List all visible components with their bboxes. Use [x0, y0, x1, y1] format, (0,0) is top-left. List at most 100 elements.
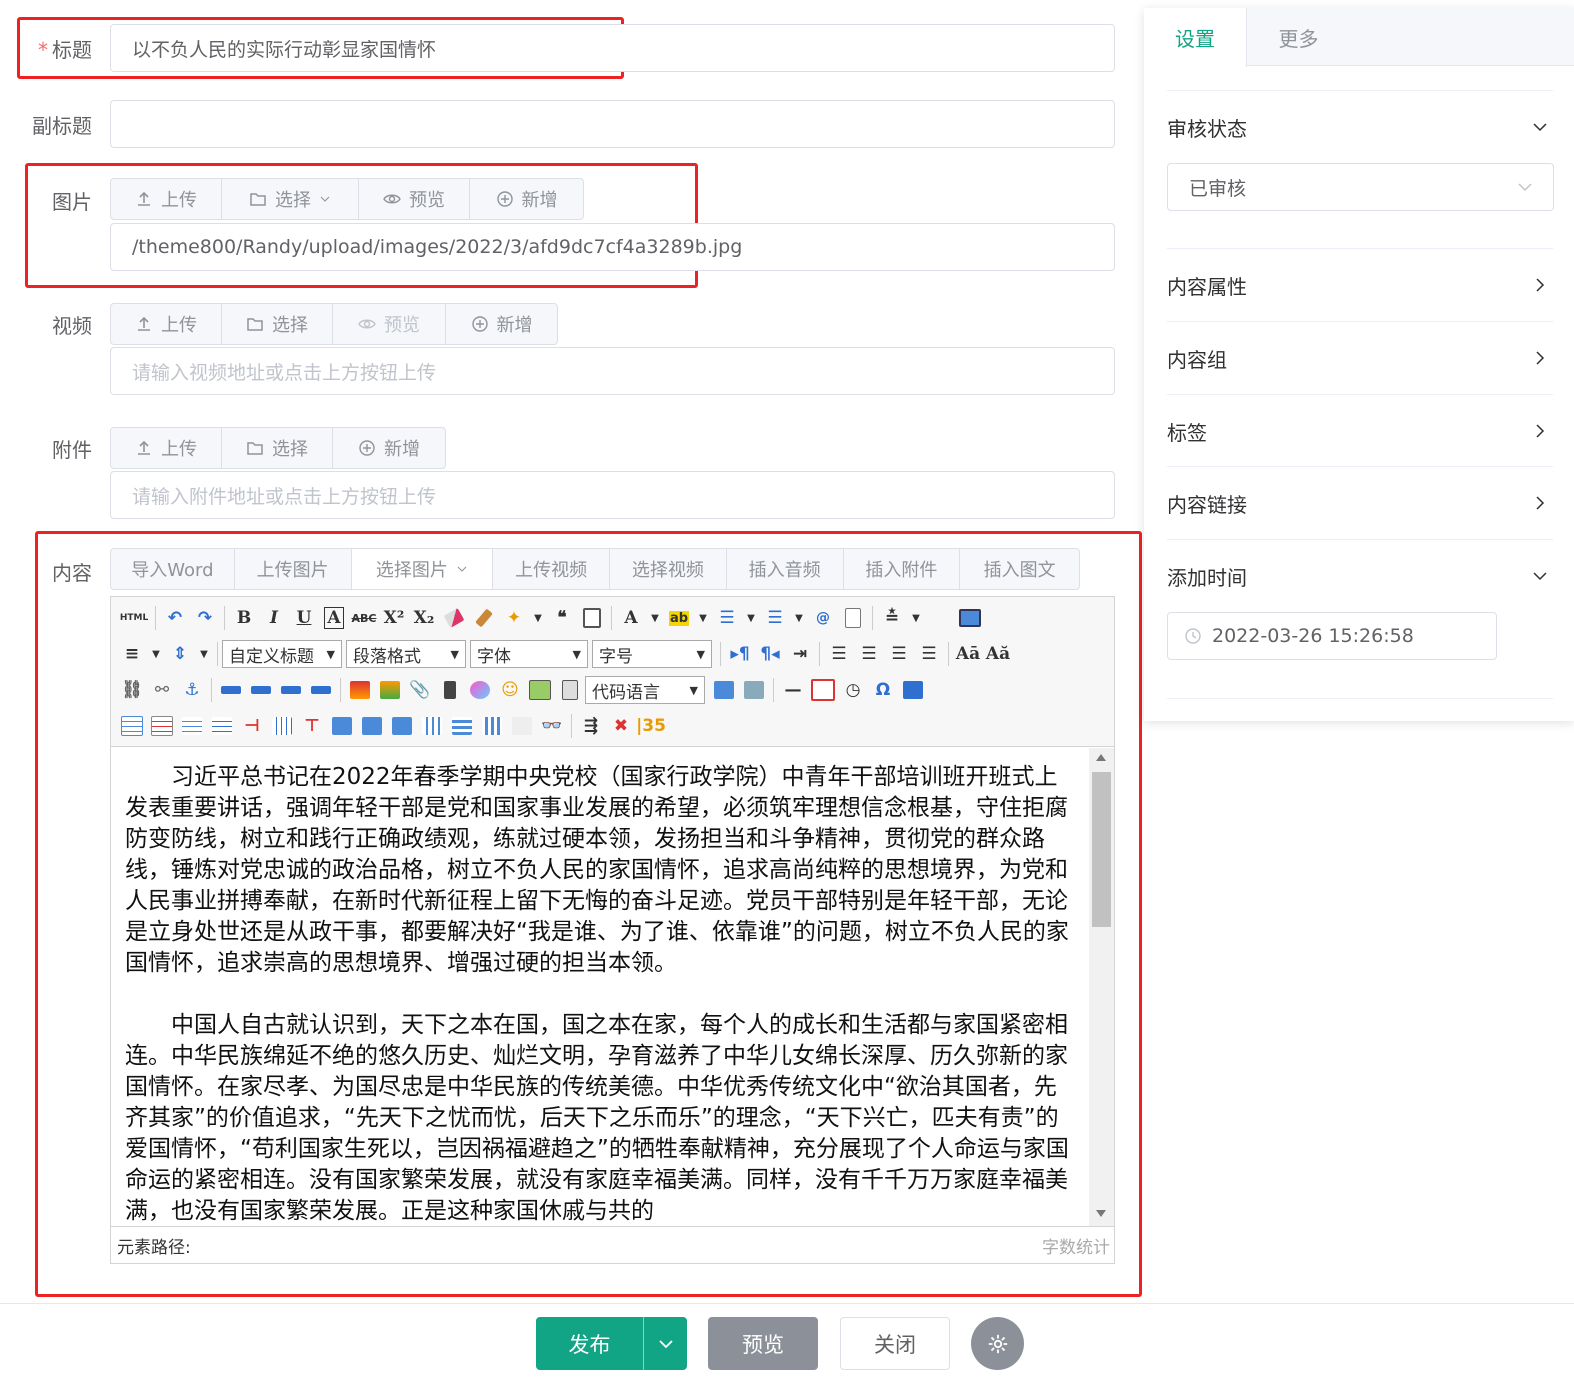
image-center-icon[interactable] — [306, 675, 336, 705]
add-time-header[interactable]: 添加时间 — [1167, 557, 1547, 595]
background-color-icon[interactable]: ab — [664, 603, 694, 633]
image-left-icon[interactable] — [246, 675, 276, 705]
eraser-icon[interactable] — [439, 603, 469, 633]
font-size-select[interactable]: 字号 ▼ — [592, 640, 712, 668]
underline-icon[interactable]: U — [289, 603, 319, 633]
word-image-icon[interactable] — [898, 675, 928, 705]
scrawl-icon[interactable] — [465, 675, 495, 705]
chevron-down-icon[interactable]: ▼ — [694, 603, 712, 633]
delete-table-icon[interactable] — [147, 711, 177, 741]
tab-more[interactable]: 更多 — [1247, 8, 1350, 66]
image-none-icon[interactable] — [216, 675, 246, 705]
split-cells-icon[interactable] — [417, 711, 447, 741]
lowercase-icon[interactable]: Aă — [983, 639, 1013, 669]
code-language-select[interactable]: 代码语言 ▼ — [585, 676, 705, 704]
scroll-down-arrow[interactable] — [1096, 1210, 1106, 1217]
align-center-icon[interactable]: ☰ — [854, 639, 884, 669]
magic-wand-icon[interactable]: ✦ — [499, 603, 529, 633]
content-link-item[interactable]: 内容链接 — [1167, 484, 1547, 522]
add-time-picker[interactable]: 2022-03-26 15:26:58 — [1167, 612, 1497, 660]
superscript-icon[interactable]: X² — [379, 603, 409, 633]
paragraph-format-select[interactable]: 段落格式 ▼ — [346, 640, 466, 668]
subtitle-input[interactable] — [110, 100, 1115, 148]
subscript-icon[interactable]: X₂ — [409, 603, 439, 633]
html-source-icon[interactable]: HTML — [117, 603, 151, 633]
unordered-list-icon[interactable]: ☰ — [760, 603, 790, 633]
strikethrough-icon[interactable]: ABC — [349, 603, 379, 633]
chevron-down-icon[interactable]: ▼ — [742, 603, 760, 633]
uppercase-icon[interactable]: Aā — [953, 639, 983, 669]
select-all-icon[interactable]: @ — [808, 603, 838, 633]
upload-image-button[interactable]: 上传图片 — [235, 549, 352, 589]
time-icon[interactable]: ◷ — [838, 675, 868, 705]
chevron-down-icon[interactable]: ▼ — [790, 603, 808, 633]
print-icon[interactable] — [507, 711, 537, 741]
attachment-upload-button[interactable]: 上传 — [111, 428, 222, 468]
format-brush-icon[interactable] — [469, 603, 499, 633]
delete-col-icon[interactable]: ⊤ — [297, 711, 327, 741]
font-border-icon[interactable]: A — [319, 603, 349, 633]
merge-cells-icon[interactable] — [327, 711, 357, 741]
video-url-input[interactable]: 请输入视频地址或点击上方按钮上传 — [110, 347, 1115, 395]
insert-attachment-button[interactable]: 插入附件 — [844, 549, 961, 589]
video-preview-button[interactable]: 预览 — [333, 304, 446, 344]
image-right-icon[interactable] — [276, 675, 306, 705]
editor-body[interactable]: 习近平总书记在2022年春季学期中央党校（国家行政学院）中青年干部培训班开班式上… — [111, 748, 1089, 1226]
italic-icon[interactable]: I — [259, 603, 289, 633]
attachment-add-button[interactable]: 新增 — [333, 428, 445, 468]
video-upload-button[interactable]: 上传 — [111, 304, 222, 344]
tags-item[interactable]: 标签 — [1167, 412, 1547, 450]
insert-video-icon[interactable] — [435, 675, 465, 705]
link-icon[interactable]: ⛓ — [117, 675, 147, 705]
chevron-down-icon[interactable]: ▼ — [195, 639, 213, 669]
merge-right-icon[interactable] — [357, 711, 387, 741]
insert-image-text-button[interactable]: 插入图文 — [960, 549, 1079, 589]
fullscreen-icon[interactable] — [955, 603, 985, 633]
align-justify-icon[interactable]: ☰ — [914, 639, 944, 669]
page-break-icon[interactable] — [709, 675, 739, 705]
review-status-select[interactable]: 已审核 — [1167, 163, 1554, 211]
chevron-down-icon[interactable]: ▼ — [529, 603, 547, 633]
title-input[interactable]: 以不负人民的实际行动彰显家国情怀 — [110, 24, 1115, 72]
drafts-icon[interactable]: ✖ — [606, 711, 636, 741]
content-attributes-item[interactable]: 内容属性 — [1167, 266, 1547, 304]
scrollbar-thumb[interactable] — [1092, 772, 1111, 927]
insert-frame-icon[interactable] — [525, 675, 555, 705]
indent-icon[interactable]: ⇥ — [785, 639, 815, 669]
blockquote-icon[interactable]: ❝ — [547, 603, 577, 633]
delete-row-icon[interactable]: ⊣ — [237, 711, 267, 741]
split-rows-icon[interactable] — [447, 711, 477, 741]
row-spacing-bottom-icon[interactable]: ⇕ — [165, 639, 195, 669]
date-icon[interactable] — [808, 675, 838, 705]
settings-gear-button[interactable] — [971, 1317, 1024, 1370]
paste-text-icon[interactable] — [577, 603, 607, 633]
split-cols-icon[interactable] — [477, 711, 507, 741]
attachment-icon[interactable]: 📎 — [405, 675, 435, 705]
video-select-button[interactable]: 选择 — [222, 304, 333, 344]
image-add-button[interactable]: 新增 — [470, 179, 583, 219]
template-icon[interactable] — [739, 675, 769, 705]
bold-icon[interactable]: B — [229, 603, 259, 633]
insert-code-icon[interactable] — [555, 675, 585, 705]
select-image-dropdown[interactable]: 选择图片 — [351, 549, 494, 589]
insert-table-icon[interactable] — [117, 711, 147, 741]
select-video-button[interactable]: 选择视频 — [610, 549, 727, 589]
attachment-url-input[interactable]: 请输入附件地址或点击上方按钮上传 — [110, 471, 1115, 519]
image-path-input[interactable]: /theme800/Randy/upload/images/2022/3/afd… — [110, 223, 1115, 271]
redo-icon[interactable]: ↷ — [190, 603, 220, 633]
simple-upload-icon[interactable] — [345, 675, 375, 705]
review-status-header[interactable]: 审核状态 — [1167, 108, 1547, 146]
emotion-icon[interactable]: ☺ — [495, 675, 525, 705]
tab-settings[interactable]: 设置 — [1144, 8, 1247, 67]
publish-dropdown-toggle[interactable] — [644, 1317, 687, 1370]
import-word-button[interactable]: 导入Word — [111, 549, 235, 589]
undo-icon[interactable]: ↶ — [160, 603, 190, 633]
line-height-icon[interactable]: ≛ — [877, 603, 907, 633]
editor-scrollbar[interactable] — [1089, 748, 1114, 1226]
insert-row-icon[interactable] — [207, 711, 237, 741]
image-select-dropdown[interactable]: 选择 — [222, 179, 359, 219]
horizontal-rule-icon[interactable]: — — [778, 675, 808, 705]
font-family-select[interactable]: 字体 ▼ — [470, 640, 588, 668]
clear-doc-icon[interactable] — [838, 603, 868, 633]
chevron-down-icon[interactable]: ▼ — [147, 639, 165, 669]
